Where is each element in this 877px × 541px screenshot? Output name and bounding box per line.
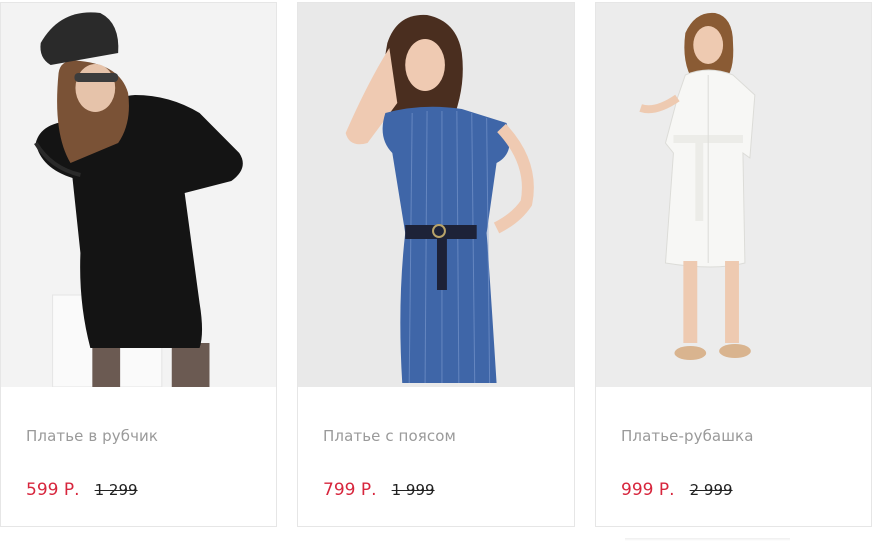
price-block: 599 Р. 1 299 — [26, 480, 138, 500]
price-block: 999 Р. 2 999 — [621, 480, 733, 500]
current-price: 799 Р. — [323, 480, 377, 500]
product-image[interactable] — [596, 3, 871, 387]
product-image[interactable] — [1, 3, 276, 387]
product-grid: Платье в рубчик 599 Р. 1 299 Платье с по… — [0, 0, 877, 541]
product-title[interactable]: Платье в рубчик — [26, 427, 158, 445]
product-card[interactable]: Платье-рубашка 999 Р. 2 999 — [595, 2, 872, 527]
old-price: 1 299 — [94, 481, 138, 499]
current-price: 999 Р. — [621, 480, 675, 500]
product-title[interactable]: Платье с поясом — [323, 427, 456, 445]
price-block: 799 Р. 1 999 — [323, 480, 435, 500]
product-title[interactable]: Платье-рубашка — [621, 427, 754, 445]
product-card[interactable]: Платье с поясом 799 Р. 1 999 — [297, 2, 575, 527]
product-image[interactable] — [298, 3, 574, 387]
current-price: 599 Р. — [26, 480, 80, 500]
old-price: 1 999 — [391, 481, 435, 499]
product-card[interactable]: Платье в рубчик 599 Р. 1 299 — [0, 2, 277, 527]
old-price: 2 999 — [689, 481, 733, 499]
